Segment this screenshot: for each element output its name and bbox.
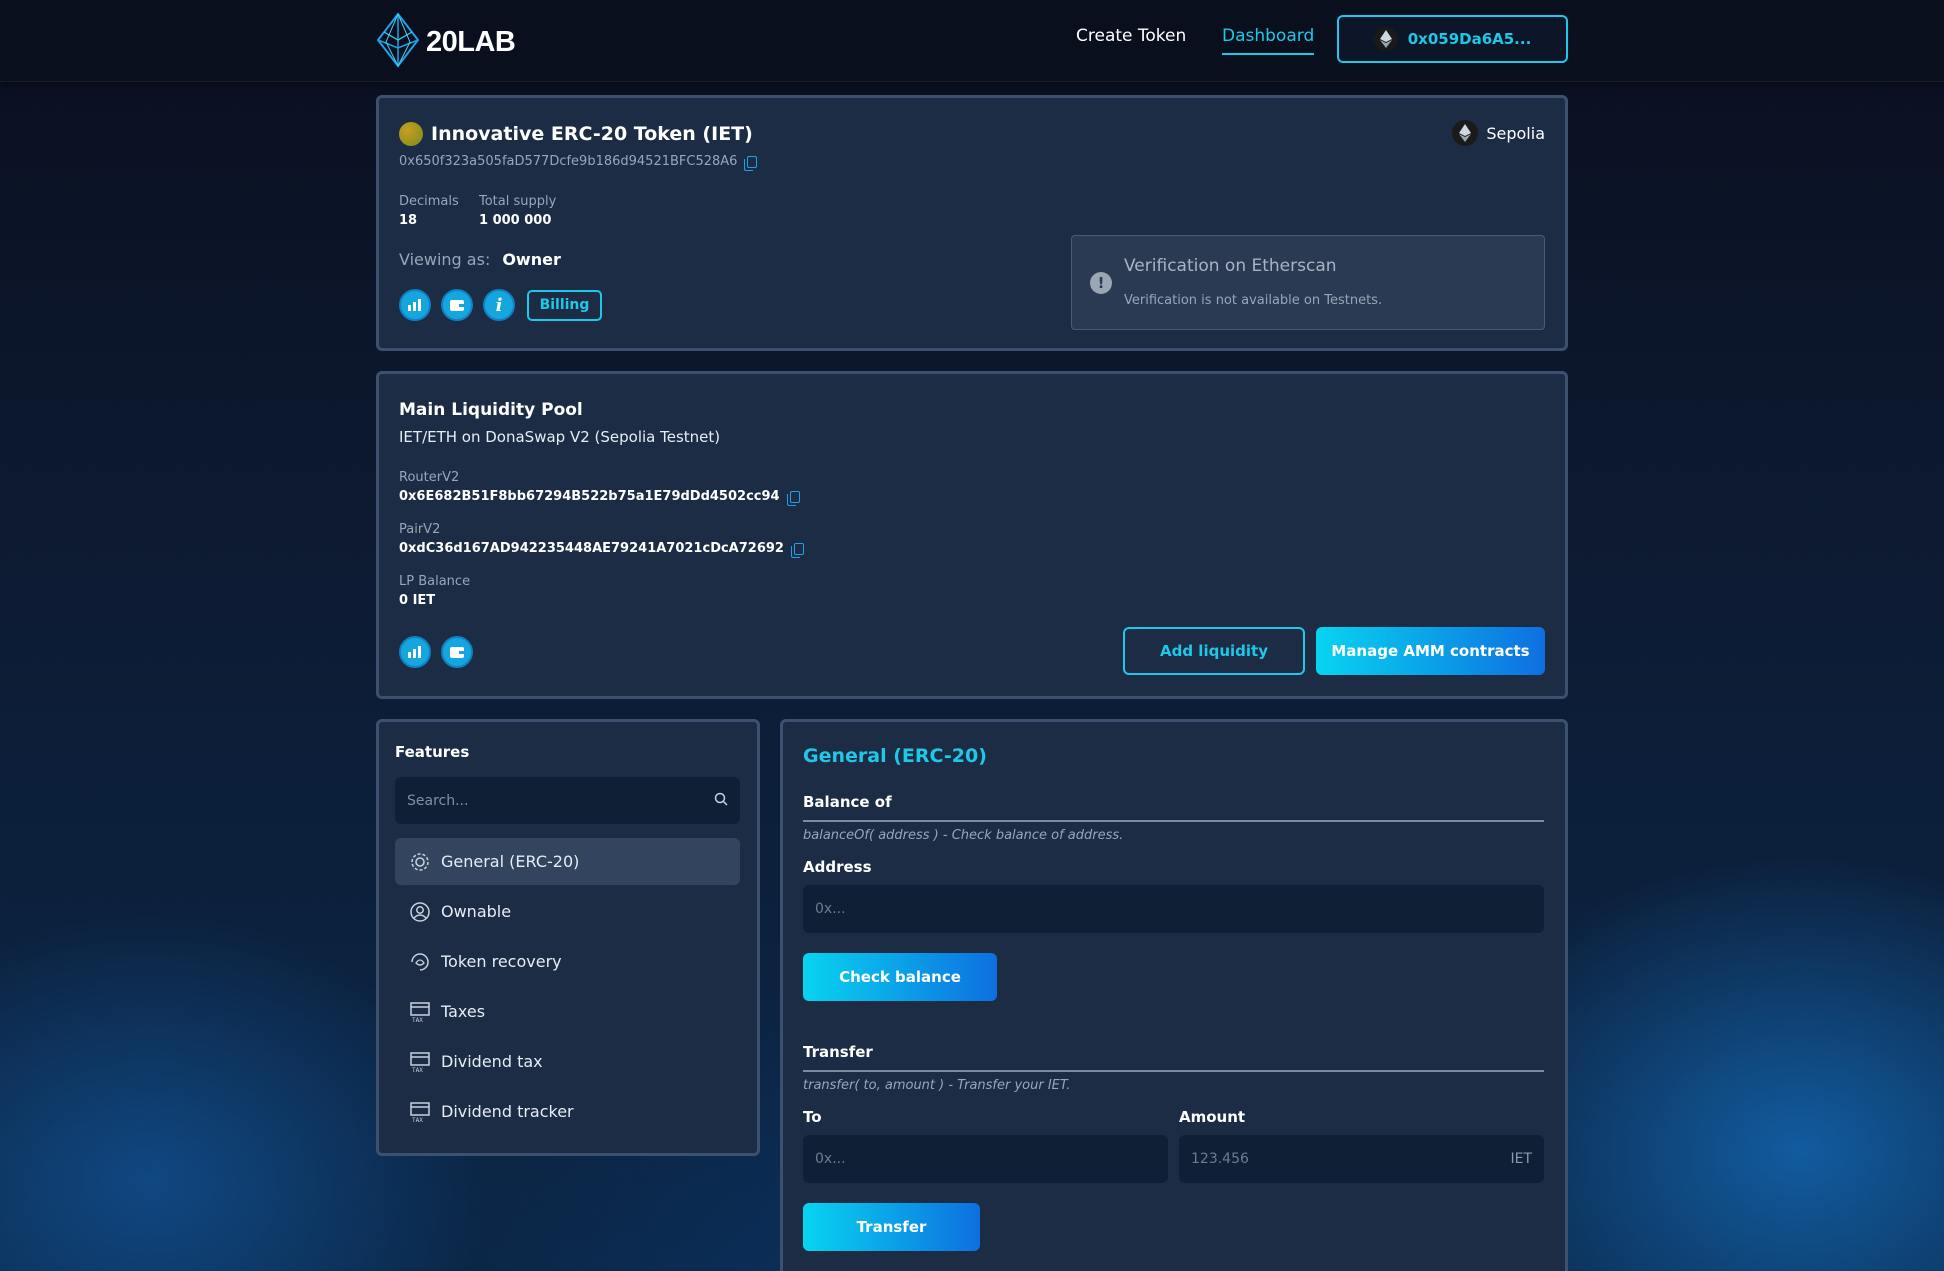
verification-text: Verification is not available on Testnet… — [1124, 293, 1383, 308]
alert-icon: ! — [1090, 272, 1112, 294]
transfer-title: Transfer — [803, 1043, 873, 1061]
svg-text:TAX: TAX — [412, 1117, 423, 1123]
feature-item-general[interactable]: General (ERC-20) — [395, 838, 740, 885]
search-icon[interactable] — [714, 792, 728, 810]
wallet-button[interactable]: 0x059Da6A5... — [1337, 15, 1568, 63]
network-ethereum-icon — [1452, 120, 1479, 146]
search-placeholder: Search... — [407, 792, 469, 809]
lp-balance-value: 0 IET — [399, 593, 436, 608]
token-card: Innovative ERC-20 Token (IET) 0x650f323a… — [376, 95, 1568, 351]
check-balance-button[interactable]: Check balance — [803, 953, 997, 1001]
balance-of-desc: balanceOf( address ) - Check balance of … — [803, 828, 1124, 843]
general-title: General (ERC-20) — [803, 745, 987, 767]
feature-item-label: General (ERC-20) — [441, 852, 580, 871]
address-placeholder: 0x... — [815, 901, 846, 917]
verification-box: ! Verification on Etherscan Verification… — [1071, 235, 1545, 330]
logo[interactable]: 20LAB — [376, 12, 516, 72]
lp-balance-label: LP Balance — [399, 574, 471, 589]
tax-icon: TAX — [409, 1051, 431, 1073]
decimals-value: 18 — [399, 213, 418, 228]
token-address: 0x650f323a505faD577Dcfe9b186d94521BFC528… — [399, 154, 738, 169]
billing-button[interactable]: Billing — [527, 289, 602, 321]
feature-item-token-recovery[interactable]: Token recovery — [395, 938, 740, 985]
to-label: To — [803, 1108, 822, 1126]
nav-create-token[interactable]: Create Token — [1076, 26, 1186, 46]
router-address: 0x6E682B51F8bb67294B522b75a1E79dDd4502cc… — [399, 489, 780, 504]
logo-diamond-icon — [376, 12, 420, 72]
pair-label: PairV2 — [399, 522, 441, 537]
nav-dashboard[interactable]: Dashboard — [1222, 26, 1315, 55]
copy-icon[interactable] — [744, 155, 758, 171]
feature-item-label: Ownable — [441, 902, 512, 921]
token-logo-icon — [399, 122, 423, 146]
wallet-address: 0x059Da6A5... — [1407, 30, 1532, 48]
total-supply-label: Total supply — [479, 194, 557, 209]
divider — [803, 1070, 1544, 1072]
to-placeholder: 0x... — [815, 1151, 846, 1167]
copy-icon[interactable] — [786, 490, 800, 506]
feature-item-taxes[interactable]: TAX Taxes — [395, 988, 740, 1035]
verification-title: Verification on Etherscan — [1124, 256, 1337, 276]
logo-text: 20LAB — [426, 25, 516, 58]
feature-item-label: Dividend tax — [441, 1052, 543, 1071]
info-icon[interactable]: i — [483, 289, 515, 321]
viewing-as-label: Viewing as: — [399, 250, 491, 269]
network-name: Sepolia — [1486, 123, 1545, 143]
amount-label: Amount — [1179, 1108, 1246, 1126]
token-name: Innovative ERC-20 Token (IET) — [431, 123, 753, 145]
features-title: Features — [395, 743, 470, 761]
feature-item-label: Taxes — [441, 1002, 486, 1021]
svg-text:TAX: TAX — [412, 1067, 423, 1073]
user-circle-icon — [409, 901, 431, 923]
divider — [803, 820, 1544, 822]
ethereum-icon — [1373, 27, 1398, 51]
balance-of-title: Balance of — [803, 793, 892, 811]
feature-item-label: Dividend tracker — [441, 1102, 574, 1121]
amount-unit: IET — [1510, 1151, 1532, 1167]
feature-item-dividend-tax[interactable]: TAX Dividend tax — [395, 1038, 740, 1085]
pool-title: Main Liquidity Pool — [399, 400, 583, 420]
address-input[interactable]: 0x... — [803, 885, 1544, 933]
recovery-icon — [409, 951, 431, 973]
address-label: Address — [803, 858, 872, 876]
tax-icon: TAX — [409, 1001, 431, 1023]
gear-icon — [409, 851, 431, 873]
liquidity-pool-card: Main Liquidity Pool IET/ETH on DonaSwap … — [376, 371, 1568, 699]
tax-icon: TAX — [409, 1101, 431, 1123]
pool-subtitle: IET/ETH on DonaSwap V2 (Sepolia Testnet) — [399, 428, 721, 446]
amount-input[interactable]: 123.456 IET — [1179, 1135, 1544, 1183]
total-supply-value: 1 000 000 — [479, 213, 552, 228]
chart-icon[interactable] — [399, 289, 431, 321]
chart-icon[interactable] — [399, 636, 431, 668]
top-bar: 20LAB Create Token Dashboard 0x059Da6A5.… — [0, 0, 1944, 82]
pair-address: 0xdC36d167AD942235448AE79241A7021cDcA726… — [399, 541, 784, 556]
to-input[interactable]: 0x... — [803, 1135, 1168, 1183]
add-liquidity-button[interactable]: Add liquidity — [1123, 627, 1305, 675]
feature-item-dividend-tracker[interactable]: TAX Dividend tracker — [395, 1088, 740, 1135]
transfer-desc: transfer( to, amount ) - Transfer your I… — [803, 1078, 1071, 1093]
svg-text:TAX: TAX — [412, 1017, 423, 1023]
decimals-label: Decimals — [399, 194, 459, 209]
features-search-input[interactable]: Search... — [395, 777, 740, 824]
copy-icon[interactable] — [790, 542, 804, 558]
viewing-as-value: Owner — [502, 250, 561, 269]
manage-amm-button[interactable]: Manage AMM contracts — [1316, 627, 1545, 675]
wallet-icon[interactable] — [441, 289, 473, 321]
amount-placeholder: 123.456 — [1191, 1151, 1249, 1167]
wallet-icon[interactable] — [441, 636, 473, 668]
feature-item-label: Token recovery — [441, 952, 562, 971]
feature-item-ownable[interactable]: Ownable — [395, 888, 740, 935]
router-label: RouterV2 — [399, 470, 460, 485]
transfer-button[interactable]: Transfer — [803, 1203, 980, 1251]
